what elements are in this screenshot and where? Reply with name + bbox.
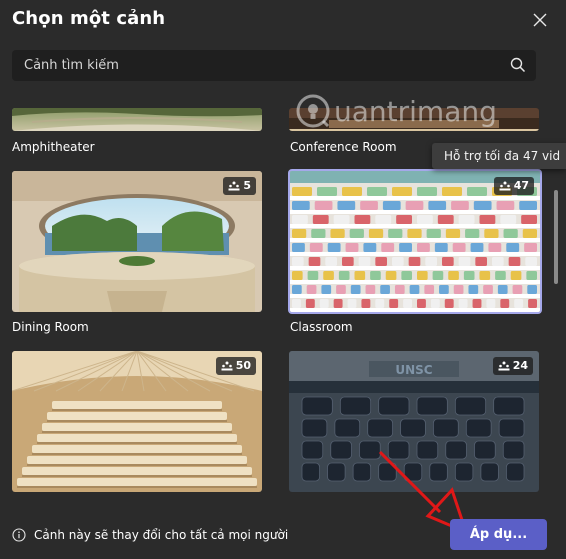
scene-label: Classroom xyxy=(290,320,353,334)
people-icon xyxy=(499,181,511,191)
scene-thumbnail-classroom[interactable]: 47 xyxy=(288,169,542,314)
people-icon xyxy=(498,361,510,371)
capacity-count: 5 xyxy=(243,179,251,192)
people-icon xyxy=(221,361,233,371)
capacity-count: 50 xyxy=(235,359,251,372)
footer-info: Cảnh này sẽ thay đổi cho tất cả mọi ngườ… xyxy=(12,528,288,542)
capacity-count: 47 xyxy=(513,179,529,192)
ship-sign-text: UNSC xyxy=(395,363,432,377)
scene-label: Dining Room xyxy=(12,320,89,334)
watermark-text: uantrimang xyxy=(334,94,497,128)
watermark: uantrimang xyxy=(296,94,497,128)
scrollbar[interactable] xyxy=(554,190,558,284)
capacity-tooltip: Hỗ trợ tối đa 47 vid xyxy=(432,143,566,169)
close-icon xyxy=(533,13,547,27)
apply-button[interactable]: Áp dụ... xyxy=(450,519,547,550)
people-icon xyxy=(228,181,240,191)
info-icon xyxy=(12,528,26,542)
scene-thumbnail-auditorium[interactable]: 50 xyxy=(12,351,262,492)
capacity-count: 24 xyxy=(512,359,528,372)
capacity-badge: 47 xyxy=(493,177,534,195)
search-icon[interactable] xyxy=(510,57,526,73)
footer-info-text: Cảnh này sẽ thay đổi cho tất cả mọi ngườ… xyxy=(34,528,289,542)
lightbulb-logo-icon xyxy=(296,94,330,128)
scene-label: Conference Room xyxy=(290,140,397,154)
search-input[interactable] xyxy=(12,50,536,81)
scene-label: Amphitheater xyxy=(12,140,95,154)
scene-thumbnail-dining-room[interactable]: 5 xyxy=(12,171,262,312)
scene-thumbnail-amphitheater[interactable] xyxy=(12,108,262,131)
capacity-badge: 24 xyxy=(492,357,533,375)
dialog-title: Chọn một cảnh xyxy=(12,8,166,29)
capacity-badge: 5 xyxy=(223,177,256,195)
close-button[interactable] xyxy=(530,10,550,30)
search-box xyxy=(12,50,536,81)
capacity-badge: 50 xyxy=(215,357,256,375)
